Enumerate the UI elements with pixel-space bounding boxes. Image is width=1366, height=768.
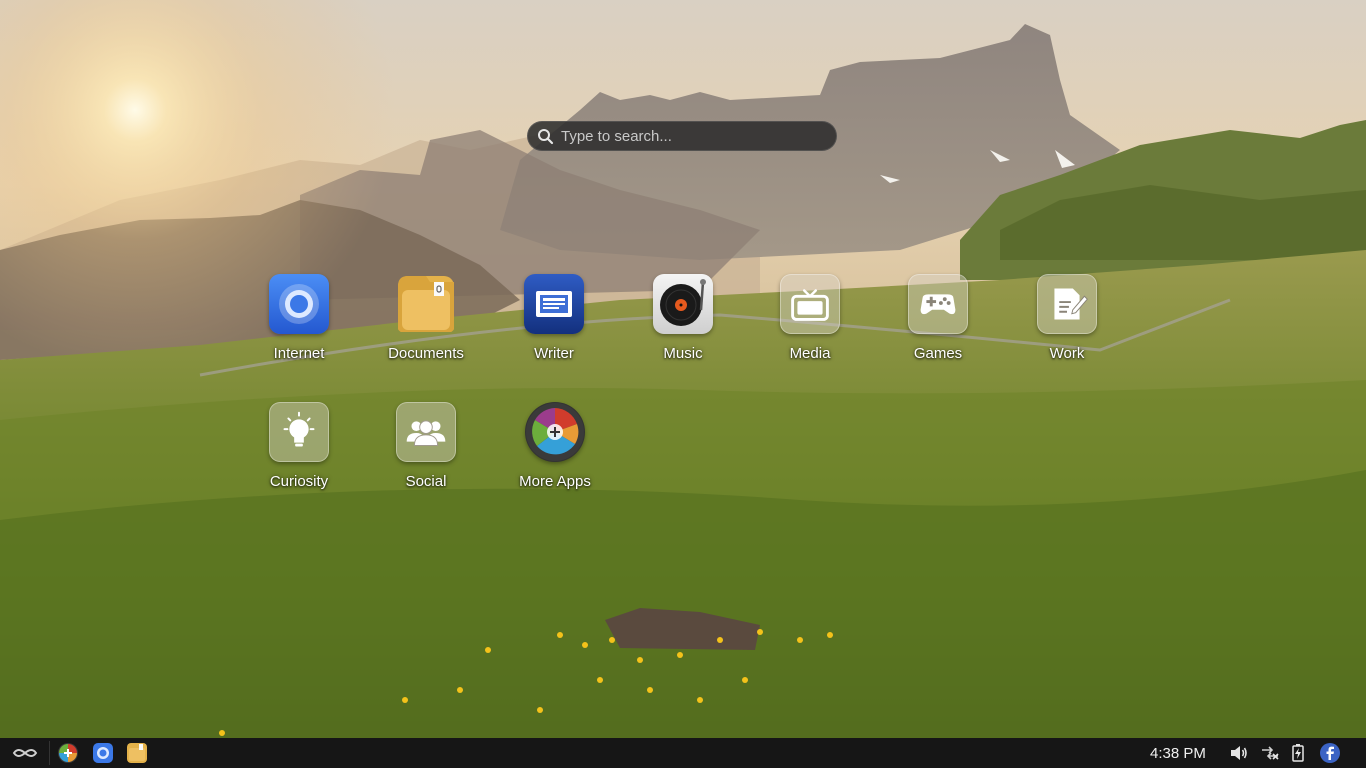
facebook-icon (1320, 743, 1340, 763)
app-store-icon (526, 403, 584, 461)
app-label: Internet (273, 345, 325, 362)
app-label: Curiosity (269, 473, 329, 490)
app-label: Social (405, 473, 447, 490)
app-writer[interactable]: Writer (494, 274, 614, 362)
app-label: Music (663, 345, 703, 362)
app-label: Games (913, 345, 963, 362)
app-label: Work (1049, 345, 1085, 362)
files-icon (127, 743, 147, 763)
endless-logo-icon (12, 749, 38, 757)
app-label: Writer (534, 345, 574, 362)
writer-icon (536, 291, 572, 317)
taskbar-separator (49, 741, 50, 765)
clock[interactable]: 4:38 PM (1150, 745, 1206, 762)
volume-icon (1231, 746, 1247, 760)
network-button[interactable] (1259, 742, 1281, 764)
folder-icon (398, 276, 454, 332)
app-label: More Apps (519, 473, 591, 490)
endless-logo-button[interactable] (10, 742, 40, 764)
app-games[interactable]: Games (878, 274, 998, 362)
app-internet[interactable]: Internet (239, 274, 359, 362)
files-taskbar-button[interactable] (126, 742, 148, 764)
app-label: Documents (388, 345, 464, 362)
app-work[interactable]: Work (1007, 274, 1127, 362)
battery-button[interactable] (1290, 742, 1306, 764)
chromium-taskbar-button[interactable] (92, 742, 114, 764)
volume-button[interactable] (1229, 742, 1249, 764)
search-box[interactable] (527, 121, 837, 151)
app-center-icon (58, 743, 78, 763)
people-icon (406, 420, 446, 447)
taskbar: 4:38 PM (0, 738, 1366, 768)
desktop-wallpaper (0, 0, 1366, 738)
app-media[interactable]: Media (750, 274, 870, 362)
document-pen-icon (1054, 288, 1088, 320)
gamepad-icon (920, 294, 956, 315)
search-icon (538, 128, 554, 144)
app-center-button[interactable] (57, 742, 79, 764)
app-more-apps[interactable]: More Apps (495, 402, 615, 490)
battery-charging-icon (1292, 744, 1304, 762)
chromium-icon (93, 743, 113, 763)
turntable-icon (660, 279, 706, 326)
tv-icon (791, 289, 829, 321)
search-input[interactable] (559, 126, 836, 146)
app-label: Media (789, 345, 831, 362)
network-disconnected-icon (1262, 746, 1279, 760)
lightbulb-icon (283, 411, 315, 447)
facebook-button[interactable] (1319, 742, 1341, 764)
app-documents[interactable]: Documents (366, 274, 486, 362)
app-social[interactable]: Social (366, 402, 486, 490)
app-curiosity[interactable]: Curiosity (239, 402, 359, 490)
app-music[interactable]: Music (623, 274, 743, 362)
chromium-icon (279, 284, 319, 324)
